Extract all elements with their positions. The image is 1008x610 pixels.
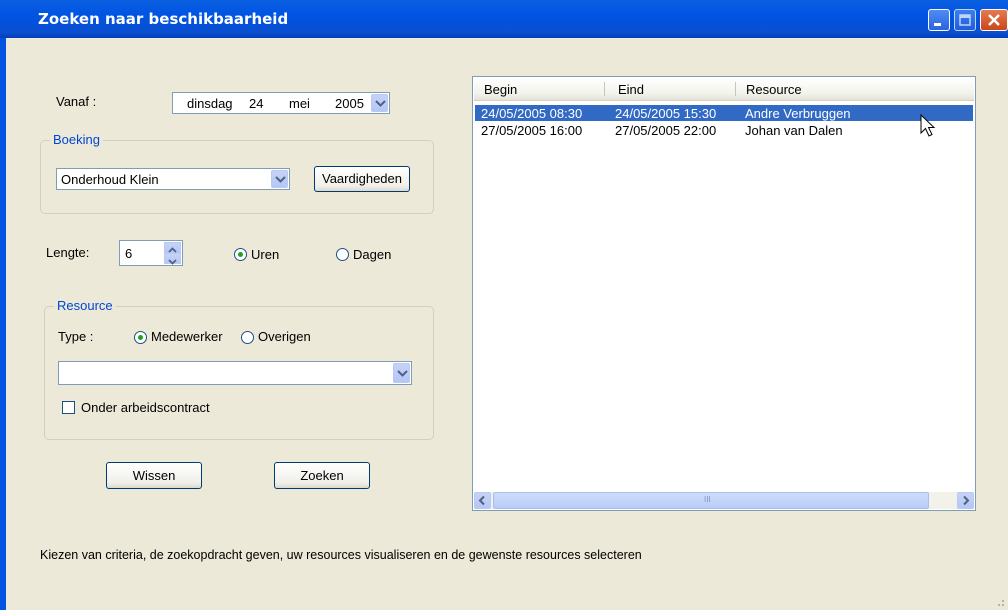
scroll-right-button[interactable] xyxy=(957,492,974,509)
column-separator[interactable] xyxy=(604,82,605,96)
list-header: Begin Eind Resource xyxy=(474,78,974,101)
boeking-selected-value: Onderhoud Klein xyxy=(61,172,159,187)
radio-dot xyxy=(238,252,243,257)
column-header-resource[interactable]: Resource xyxy=(746,82,802,97)
boeking-combo[interactable]: Onderhoud Klein xyxy=(56,168,290,190)
chevron-down-icon xyxy=(168,259,177,265)
close-button[interactable] xyxy=(980,9,1008,31)
dagen-radio[interactable] xyxy=(336,248,349,261)
column-header-begin[interactable]: Begin xyxy=(484,82,517,97)
chevron-down-icon xyxy=(275,176,286,183)
resource-dropdown-button[interactable] xyxy=(393,363,410,383)
maximize-icon xyxy=(959,14,971,26)
cell-begin: 27/05/2005 16:00 xyxy=(481,123,583,138)
cell-resource: Johan van Dalen xyxy=(745,123,843,138)
maximize-button[interactable] xyxy=(954,9,976,31)
overigen-label[interactable]: Overigen xyxy=(258,329,311,344)
dagen-label[interactable]: Dagen xyxy=(353,247,391,262)
date-dropdown-button[interactable] xyxy=(371,94,388,112)
horizontal-scrollbar[interactable]: III xyxy=(474,492,974,509)
column-header-eind[interactable]: Eind xyxy=(618,82,644,97)
spin-down-button[interactable] xyxy=(164,253,181,265)
medewerker-label[interactable]: Medewerker xyxy=(151,329,223,344)
lengte-label: Lengte: xyxy=(46,245,90,260)
wissen-button[interactable]: Wissen xyxy=(106,462,202,489)
medewerker-radio[interactable] xyxy=(134,331,147,344)
scroll-thumb[interactable]: III xyxy=(493,492,929,509)
window-border xyxy=(0,38,6,610)
uren-label[interactable]: Uren xyxy=(251,247,279,262)
chevron-down-icon xyxy=(397,370,408,377)
close-icon xyxy=(988,14,1000,26)
resource-group-title: Resource xyxy=(54,298,116,313)
cell-begin: 24/05/2005 08:30 xyxy=(481,106,583,121)
date-month[interactable]: mei xyxy=(289,96,310,111)
vanaf-label: Vanaf : xyxy=(56,94,97,109)
overigen-radio[interactable] xyxy=(241,331,254,344)
chevron-left-icon xyxy=(478,495,485,506)
minimize-icon xyxy=(934,23,941,26)
scroll-thumb-grip: III xyxy=(704,495,711,504)
resource-combo[interactable] xyxy=(58,361,412,385)
table-row[interactable]: 24/05/2005 08:30 24/05/2005 15:30 Andre … xyxy=(475,105,973,121)
column-separator[interactable] xyxy=(735,82,736,96)
boeking-group-title: Boeking xyxy=(50,132,103,147)
window-title: Zoeken naar beschikbaarheid xyxy=(38,10,289,28)
chevron-down-icon xyxy=(375,100,386,107)
scroll-left-button[interactable] xyxy=(474,492,491,509)
date-day[interactable]: 24 xyxy=(249,96,263,111)
results-list[interactable]: Begin Eind Resource 24/05/2005 08:30 24/… xyxy=(472,76,976,511)
cell-eind: 27/05/2005 22:00 xyxy=(615,123,717,138)
contract-label[interactable]: Onder arbeidscontract xyxy=(81,400,210,415)
date-year[interactable]: 2005 xyxy=(335,96,369,111)
status-text: Kiezen van criteria, de zoekopdracht gev… xyxy=(40,548,642,562)
title-bar: Zoeken naar beschikbaarheid xyxy=(0,0,1008,38)
date-weekday[interactable]: dinsdag xyxy=(187,96,233,111)
cell-eind: 24/05/2005 15:30 xyxy=(615,106,717,121)
lengte-spinner[interactable]: 6 xyxy=(119,240,183,266)
resize-grip-icon[interactable] xyxy=(994,596,1006,608)
type-label: Type : xyxy=(58,329,94,344)
vaardigheden-button[interactable]: Vaardigheden xyxy=(314,166,410,192)
spin-up-button[interactable] xyxy=(164,242,181,253)
minimize-button[interactable] xyxy=(928,9,950,31)
chevron-right-icon xyxy=(963,495,970,506)
cell-resource: Andre Verbruggen xyxy=(745,106,851,121)
uren-radio[interactable] xyxy=(234,248,247,261)
table-row[interactable]: 27/05/2005 16:00 27/05/2005 22:00 Johan … xyxy=(475,122,973,138)
mouse-cursor-icon xyxy=(920,114,936,137)
lengte-value[interactable]: 6 xyxy=(125,246,132,261)
radio-dot xyxy=(138,335,143,340)
zoeken-button[interactable]: Zoeken xyxy=(274,462,370,489)
contract-checkbox[interactable] xyxy=(62,401,75,414)
boeking-dropdown-button[interactable] xyxy=(271,170,288,188)
date-picker[interactable]: dinsdag 24 mei 2005 xyxy=(172,92,390,114)
